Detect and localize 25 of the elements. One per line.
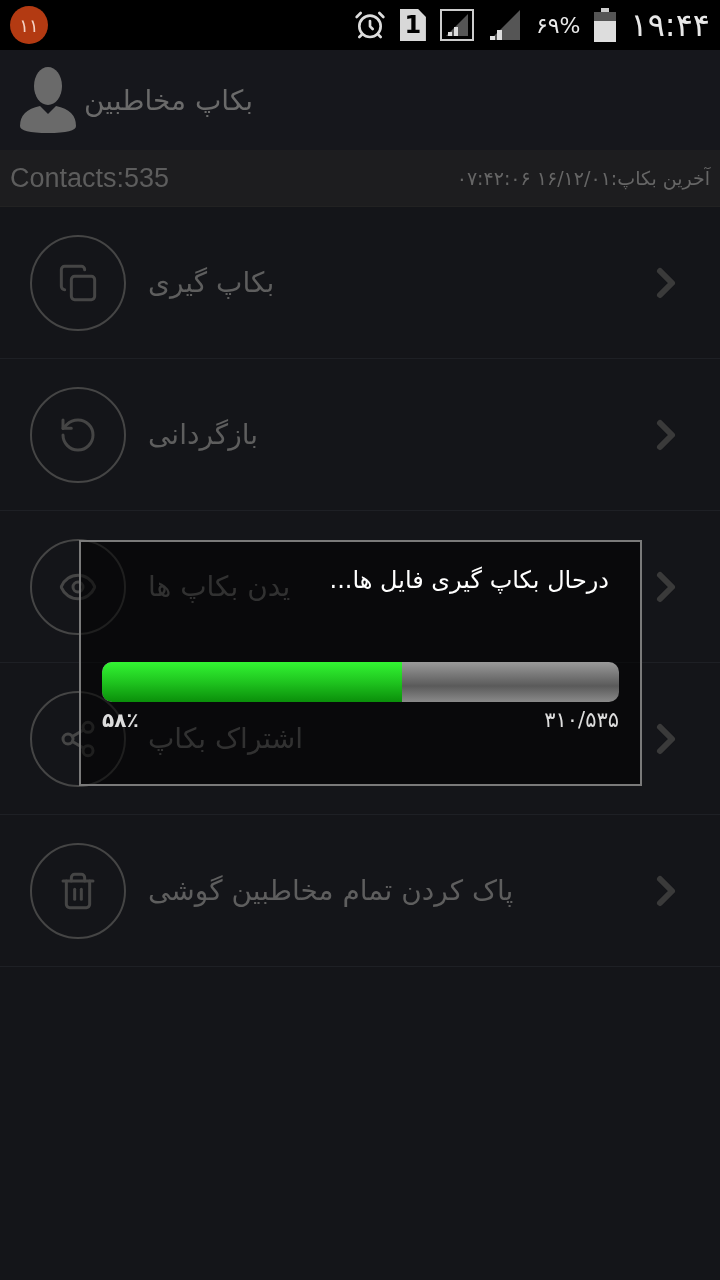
battery-percent: ۶۹%	[535, 12, 581, 38]
battery-icon	[594, 8, 617, 42]
restore-icon	[30, 386, 126, 483]
progress-percent: ۵۸٪	[102, 708, 139, 732]
menu-label: بکاپ گیری	[148, 266, 275, 299]
menu-label: پاک کردن تمام مخاطبین گوشی	[148, 874, 514, 907]
dialog-title: درحال بکاپ گیری فایل ها...	[329, 566, 610, 594]
trash-icon	[30, 842, 126, 939]
menu-item[interactable]: بازگردانی	[0, 359, 720, 511]
app-title: بکاپ مخاطبین	[84, 83, 254, 117]
menu-item[interactable]: بکاپ گیری	[0, 207, 720, 359]
signal-icon	[487, 9, 522, 41]
notification-badge: ۱۱	[10, 6, 48, 44]
clock-time: ۱۹:۴۴	[630, 6, 710, 44]
copy-icon	[30, 234, 126, 331]
contacts-count: Contacts:535	[10, 162, 170, 194]
menu-item[interactable]: پاک کردن تمام مخاطبین گوشی	[0, 815, 720, 967]
user-avatar-icon	[18, 66, 78, 134]
alarm-icon	[353, 9, 386, 41]
sim-icon: 1	[399, 9, 426, 41]
menu-label: بازگردانی	[148, 418, 258, 451]
progress-count: ۳۱۰/۵۳۵	[544, 708, 619, 732]
last-backup-time: آخرین بکاپ:۱۶/۱۲/۰۱ ۰۷:۴۲:۰۶	[456, 167, 710, 189]
signal-icon	[439, 9, 474, 41]
eye-icon	[30, 538, 126, 635]
